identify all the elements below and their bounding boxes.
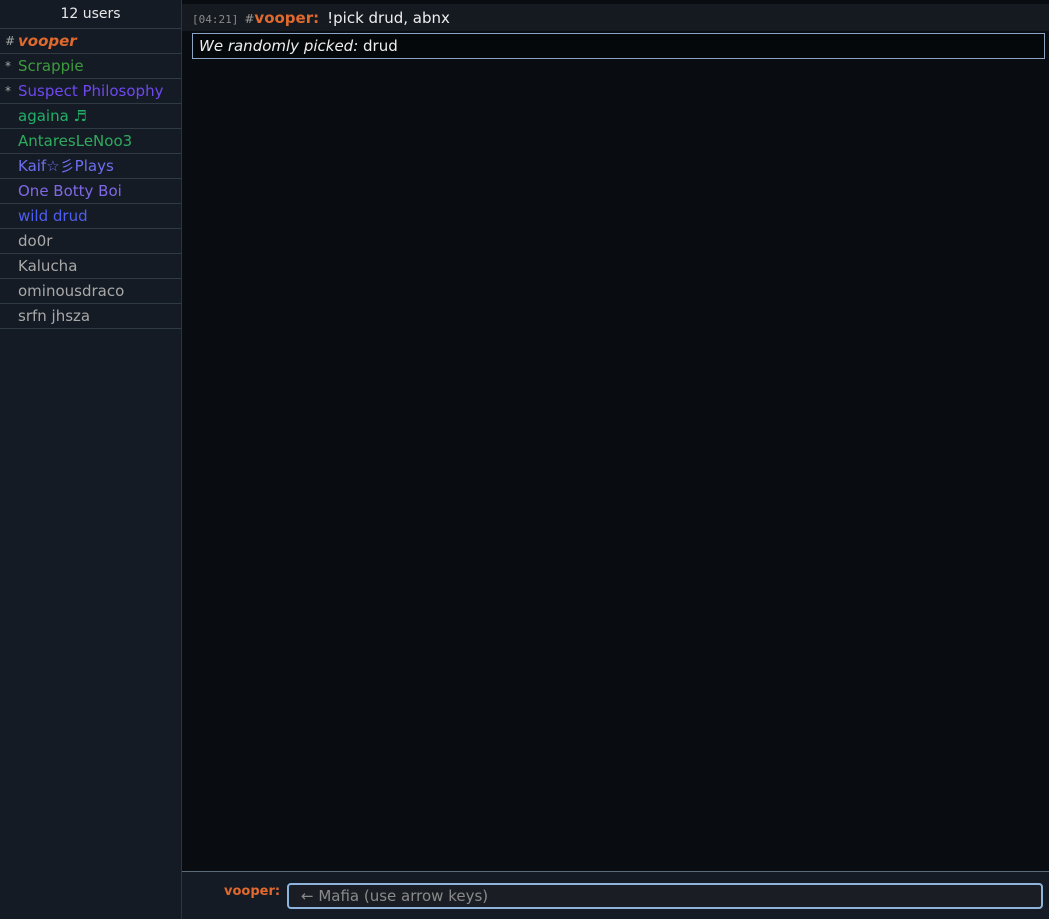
user-list-item[interactable]: One Botty Boi: [0, 179, 181, 204]
user-list-item[interactable]: * Scrappie: [0, 54, 181, 79]
user-name[interactable]: wild drud: [18, 204, 88, 228]
user-list-item[interactable]: # vooper: [0, 29, 181, 54]
pick-result-value: drud: [363, 37, 398, 55]
user-count: 12 users: [0, 0, 181, 29]
user-name[interactable]: AntaresLeNoo3: [18, 129, 132, 153]
chat-app: 12 users # vooper * Scrappie * Suspect Philos…: [0, 0, 1049, 919]
message-timestamp: [04:21]: [192, 13, 239, 26]
message-author[interactable]: vooper:: [254, 9, 319, 27]
chat-log[interactable]: [04:21] #vooper: !pick drud, abnx We rando…: [182, 0, 1049, 871]
user-rank: *: [5, 84, 11, 98]
user-name[interactable]: One Botty Boi: [18, 179, 122, 203]
user-list-item[interactable]: srfn jhsza: [0, 304, 181, 329]
chat-message: [04:21] #vooper: !pick drud, abnx: [182, 4, 1049, 31]
chat-message-content: [04:21] #vooper: !pick drud, abnx: [192, 9, 450, 27]
input-username[interactable]: vooper:: [224, 884, 280, 899]
user-name[interactable]: ominousdraco: [18, 279, 124, 303]
message-text: !pick drud, abnx: [327, 9, 450, 27]
user-name[interactable]: Kalucha: [18, 254, 77, 278]
user-rank: #: [5, 34, 16, 48]
pick-result-label: We randomly picked:: [199, 37, 359, 55]
user-list-item[interactable]: ominousdraco: [0, 279, 181, 304]
user-list-item[interactable]: againa ♬: [0, 104, 181, 129]
user-name[interactable]: vooper: [18, 29, 77, 53]
chat-input[interactable]: [287, 883, 1043, 909]
user-name[interactable]: Scrappie: [18, 54, 84, 78]
chat-input-bar: vooper:: [182, 871, 1049, 919]
user-list-item[interactable]: wild drud: [0, 204, 181, 229]
message-author-rank: #: [244, 12, 255, 26]
user-name[interactable]: Kaif☆彡Plays: [18, 154, 114, 178]
pick-result-infobox: We randomly picked: drud: [192, 33, 1045, 59]
user-name[interactable]: do0r: [18, 229, 52, 253]
user-name[interactable]: srfn jhsza: [18, 304, 90, 328]
user-list-item[interactable]: AntaresLeNoo3: [0, 129, 181, 154]
user-name[interactable]: Suspect Philosophy: [18, 79, 163, 103]
user-rows: # vooper * Scrappie * Suspect Philosophy again…: [0, 29, 181, 329]
user-list-item[interactable]: * Suspect Philosophy: [0, 79, 181, 104]
user-list-item[interactable]: do0r: [0, 229, 181, 254]
user-name[interactable]: againa ♬: [18, 104, 87, 128]
user-list-item[interactable]: Kalucha: [0, 254, 181, 279]
user-rank: *: [5, 59, 11, 73]
user-list-item[interactable]: Kaif☆彡Plays: [0, 154, 181, 179]
user-list: 12 users # vooper * Scrappie * Suspect Philos…: [0, 0, 182, 919]
